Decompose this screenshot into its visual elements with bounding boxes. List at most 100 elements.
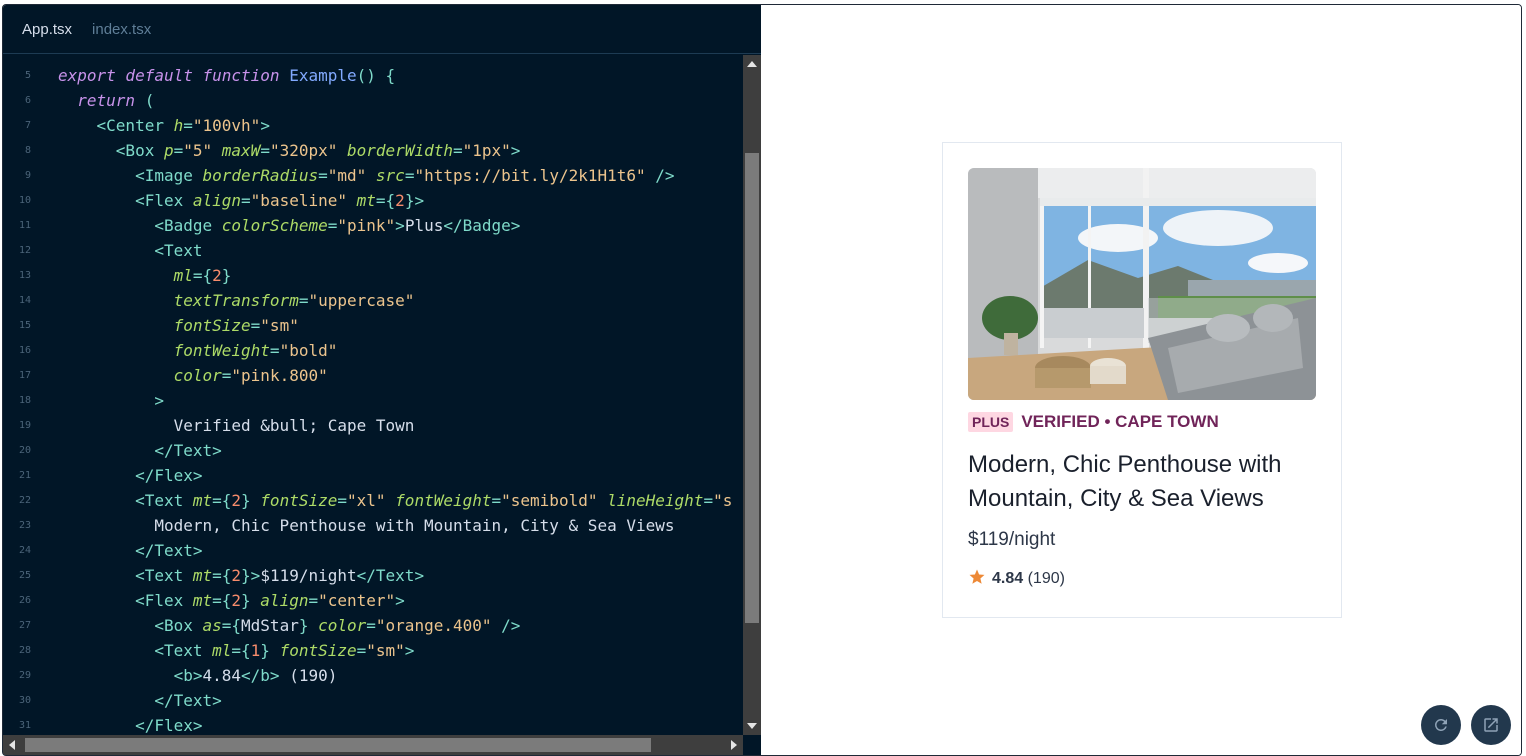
preview-pane: Plus Verified • Cape Town Modern, Chic P… (761, 5, 1521, 755)
code-token: </Badge> (443, 216, 521, 235)
code-token: "100vh" (192, 116, 261, 135)
star-icon (968, 568, 986, 590)
code-line[interactable]: 31 </Flex> (3, 713, 741, 733)
code-token: > (250, 566, 261, 585)
code-line[interactable]: 6 return ( (3, 88, 741, 113)
code-token: = (221, 366, 232, 385)
code-line[interactable]: 7 <Center h="100vh"> (3, 113, 741, 138)
code-line[interactable]: 12 <Text (3, 238, 741, 263)
code-line[interactable]: 18 > (3, 388, 741, 413)
code-token: <Image (135, 166, 203, 185)
code-line[interactable]: 26 <Flex mt={2} align="center"> (3, 588, 741, 613)
code-token: = (260, 141, 270, 160)
code-token: textTransform (173, 291, 299, 310)
code-token: 2 (231, 566, 242, 585)
code-token: = (703, 491, 714, 510)
code-token: = (356, 641, 367, 660)
code-line[interactable]: 29 <b>4.84</b> (190) (3, 663, 741, 688)
code-token: } (241, 491, 261, 510)
code-line[interactable]: 24 </Text> (3, 538, 741, 563)
code-token: ={ (212, 566, 232, 585)
code-token: <Text (154, 241, 203, 260)
line-number: 6 (24, 95, 31, 106)
scroll-left-icon[interactable] (9, 740, 15, 750)
refresh-button[interactable] (1421, 705, 1461, 745)
code-token: ={ (231, 641, 251, 660)
horizontal-scroll-thumb[interactable] (25, 738, 651, 752)
vertical-scroll-thumb[interactable] (745, 153, 759, 623)
rating-text: 4.84 (190) (992, 570, 1065, 588)
code-token: maxW (221, 141, 261, 160)
code-token: = (327, 216, 338, 235)
line-number: 21 (18, 470, 31, 481)
code-token: "sm" (260, 316, 299, 335)
line-number: 14 (18, 295, 31, 306)
code-token: </Flex> (135, 716, 203, 733)
horizontal-scrollbar[interactable] (3, 735, 743, 755)
tab-app-tsx[interactable]: App.tsx (22, 21, 72, 38)
code-token: "s (713, 491, 733, 510)
code-line[interactable]: 20 </Text> (3, 438, 741, 463)
listing-price: $119/night (968, 529, 1056, 550)
scroll-right-icon[interactable] (731, 740, 737, 750)
vertical-scrollbar[interactable] (743, 55, 761, 735)
code-token: mt (192, 566, 213, 585)
code-token: <Box (154, 616, 203, 635)
code-token: "sm" (366, 641, 405, 660)
code-token: } (404, 191, 415, 210)
code-token: ={ (212, 491, 232, 510)
code-token: as (202, 616, 222, 635)
code-line[interactable]: 8 <Box p="5" maxW="320px" borderWidth="1… (3, 138, 741, 163)
code-line[interactable]: 23 Modern, Chic Penthouse with Mountain,… (3, 513, 741, 538)
code-line[interactable]: 30 </Text> (3, 688, 741, 713)
code-token: = (173, 141, 184, 160)
code-line[interactable]: 17 color="pink.800" (3, 363, 741, 388)
tab-index-tsx[interactable]: index.tsx (92, 21, 151, 38)
code-line[interactable]: 9 <Image borderRadius="md" src="https://… (3, 163, 741, 188)
line-number: 5 (24, 70, 31, 81)
code-line[interactable]: 16 fontWeight="bold" (3, 338, 741, 363)
code-token: = (337, 491, 347, 510)
code-token: /> (501, 616, 521, 635)
code-token: </Text> (135, 541, 203, 560)
code-token: Plus (404, 216, 444, 235)
code-line[interactable]: 19 Verified &bull; Cape Town (3, 413, 741, 438)
code-line[interactable]: 25 <Text mt={2}>$119/night</Text> (3, 563, 741, 588)
code-line[interactable]: 28 <Text ml={1} fontSize="sm"> (3, 638, 741, 663)
line-number: 31 (18, 720, 31, 731)
code-line[interactable]: 15 fontSize="sm" (3, 313, 741, 338)
code-area[interactable]: 5 export default function Example() {6 re… (3, 63, 741, 733)
code-token: "https://bit.ly/2k1H1t6" (414, 166, 656, 185)
open-in-new-button[interactable] (1471, 705, 1511, 745)
code-line[interactable]: 11 <Badge colorScheme="pink">Plus</Badge… (3, 213, 741, 238)
scroll-up-icon[interactable] (747, 61, 757, 67)
code-token: > (395, 591, 405, 610)
code-line[interactable]: 10 <Flex align="baseline" mt={2}> (3, 188, 741, 213)
code-line[interactable]: 22 <Text mt={2} fontSize="xl" fontWeight… (3, 488, 741, 513)
scroll-down-icon[interactable] (747, 723, 757, 729)
code-token: </b> (241, 666, 280, 685)
line-number: 17 (18, 370, 31, 381)
code-token: <Badge (154, 216, 222, 235)
listing-photo (968, 168, 1316, 400)
code-token: "pink" (337, 216, 396, 235)
code-line[interactable]: 13 ml={2} (3, 263, 741, 288)
code-line[interactable]: 14 textTransform="uppercase" (3, 288, 741, 313)
code-token: "5" (183, 141, 222, 160)
code-line[interactable]: 27 <Box as={MdStar} color="orange.400" /… (3, 613, 741, 638)
line-number: 26 (18, 595, 31, 606)
code-token: = (183, 116, 193, 135)
code-line[interactable]: 21 </Flex> (3, 463, 741, 488)
code-line[interactable]: 5 export default function Example() { (3, 63, 741, 88)
plus-badge: Plus (968, 412, 1014, 432)
